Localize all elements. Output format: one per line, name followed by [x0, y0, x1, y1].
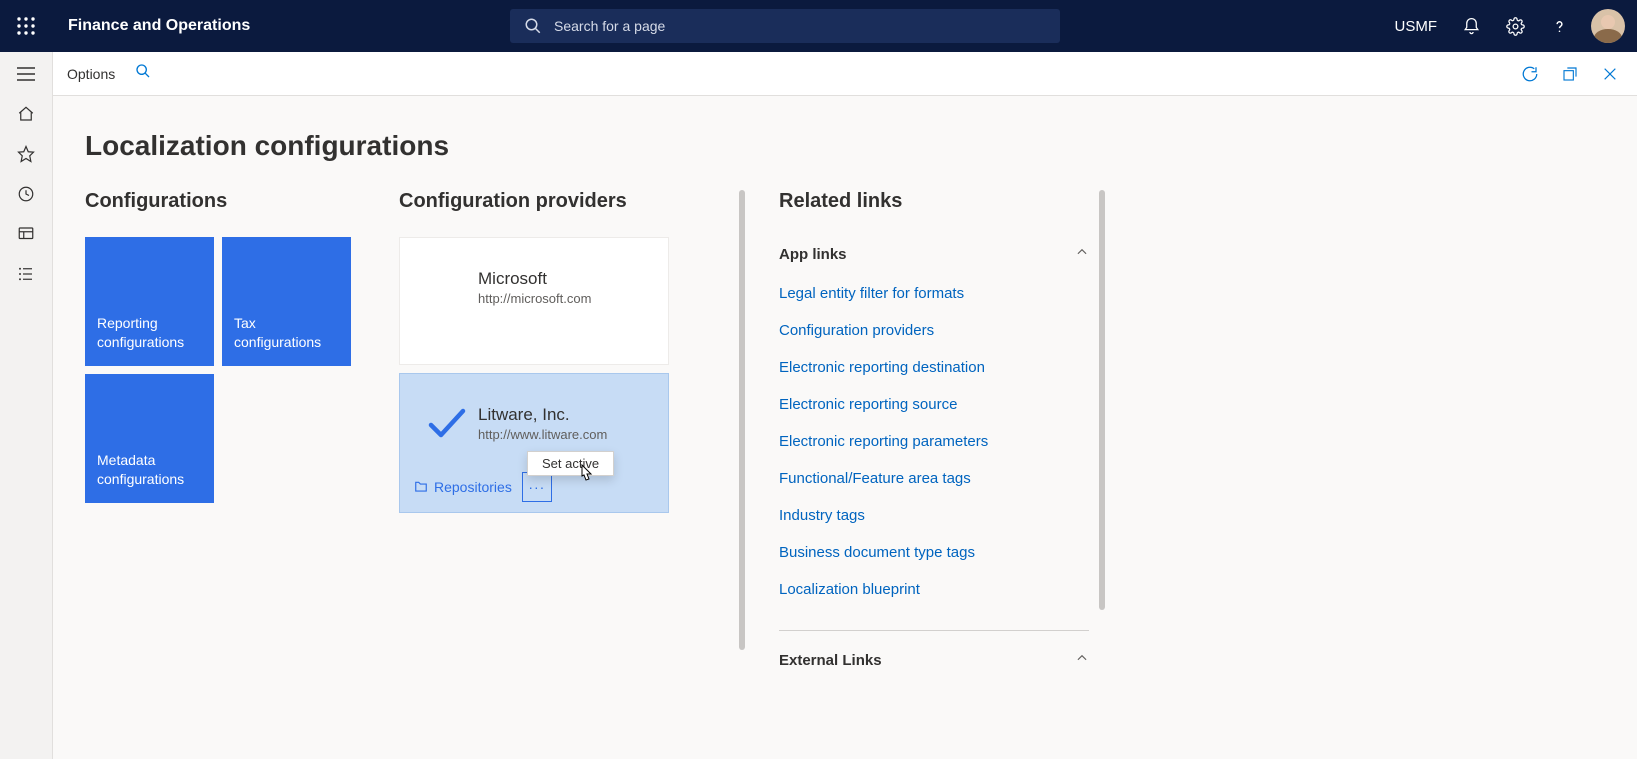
tile-label: Tax configurations — [234, 314, 339, 352]
commandbar: Options — [53, 52, 1637, 96]
bell-icon[interactable] — [1453, 8, 1489, 44]
page-title: Localization configurations — [85, 130, 1605, 162]
check-icon — [416, 392, 478, 454]
provider-card-litware[interactable]: Litware, Inc. http://www.litware.com Rep… — [399, 373, 669, 513]
link-document-type-tags[interactable]: Business document type tags — [779, 544, 1089, 561]
nav-rail — [0, 52, 53, 759]
more-button[interactable]: ··· — [522, 472, 552, 502]
filter-search-icon[interactable] — [135, 63, 151, 84]
link-legal-entity-filter[interactable]: Legal entity filter for formats — [779, 285, 1089, 302]
link-er-parameters[interactable]: Electronic reporting parameters — [779, 433, 1089, 450]
ellipsis-icon: ··· — [528, 479, 545, 495]
scrollbar[interactable] — [1099, 190, 1105, 610]
tile-label: Reporting configurations — [97, 314, 202, 352]
scrollbar[interactable] — [739, 190, 745, 650]
providers-title: Configuration providers — [399, 190, 729, 213]
link-feature-tags[interactable]: Functional/Feature area tags — [779, 470, 1089, 487]
home-icon[interactable] — [8, 104, 44, 124]
app-launcher-icon[interactable] — [0, 0, 52, 52]
modules-icon[interactable] — [8, 264, 44, 284]
tile-label: Metadata configurations — [97, 451, 202, 489]
provider-name: Litware, Inc. — [478, 405, 607, 425]
tile-tax-configurations[interactable]: Tax configurations — [222, 237, 351, 366]
tile-reporting-configurations[interactable]: Reporting configurations — [85, 237, 214, 366]
help-icon[interactable] — [1541, 8, 1577, 44]
chevron-up-icon — [1075, 245, 1089, 263]
group-external-links[interactable]: External Links — [779, 630, 1089, 681]
repositories-link[interactable]: Repositories — [414, 479, 512, 495]
options-button[interactable]: Options — [67, 66, 115, 82]
link-er-destination[interactable]: Electronic reporting destination — [779, 359, 1089, 376]
search-placeholder: Search for a page — [554, 18, 665, 34]
group-app-links[interactable]: App links — [779, 237, 1089, 275]
context-menu-item-set-active[interactable]: Set active — [527, 451, 614, 476]
star-icon[interactable] — [8, 144, 44, 164]
related-links-section: Related links App links Legal entity fil… — [779, 190, 1089, 681]
link-configuration-providers[interactable]: Configuration providers — [779, 322, 1089, 339]
provider-name: Microsoft — [478, 269, 591, 289]
related-links-title: Related links — [779, 190, 1089, 213]
group-label: External Links — [779, 652, 882, 669]
provider-url: http://www.litware.com — [478, 427, 607, 442]
workspace-icon[interactable] — [8, 224, 44, 244]
tile-metadata-configurations[interactable]: Metadata configurations — [85, 374, 214, 503]
provider-icon-placeholder — [416, 256, 478, 318]
repositories-label: Repositories — [434, 479, 512, 495]
configurations-title: Configurations — [85, 190, 365, 213]
app-title: Finance and Operations — [68, 17, 250, 35]
refresh-icon[interactable] — [1517, 61, 1543, 87]
avatar[interactable] — [1591, 9, 1625, 43]
search-input[interactable]: Search for a page — [510, 9, 1060, 43]
link-industry-tags[interactable]: Industry tags — [779, 507, 1089, 524]
recent-icon[interactable] — [8, 184, 44, 204]
legal-entity-label[interactable]: USMF — [1395, 18, 1438, 35]
configurations-section: Configurations Reporting configurations … — [85, 190, 365, 681]
gear-icon[interactable] — [1497, 8, 1533, 44]
provider-url: http://microsoft.com — [478, 291, 591, 306]
popout-icon[interactable] — [1557, 61, 1583, 87]
link-localization-blueprint[interactable]: Localization blueprint — [779, 581, 1089, 598]
chevron-up-icon — [1075, 651, 1089, 669]
provider-card-microsoft[interactable]: Microsoft http://microsoft.com — [399, 237, 669, 365]
close-icon[interactable] — [1597, 61, 1623, 87]
menu-item-label: Set active — [542, 456, 599, 471]
hamburger-icon[interactable] — [8, 64, 44, 84]
providers-section: Configuration providers Microsoft http:/… — [399, 190, 729, 681]
group-label: App links — [779, 246, 847, 263]
link-er-source[interactable]: Electronic reporting source — [779, 396, 1089, 413]
